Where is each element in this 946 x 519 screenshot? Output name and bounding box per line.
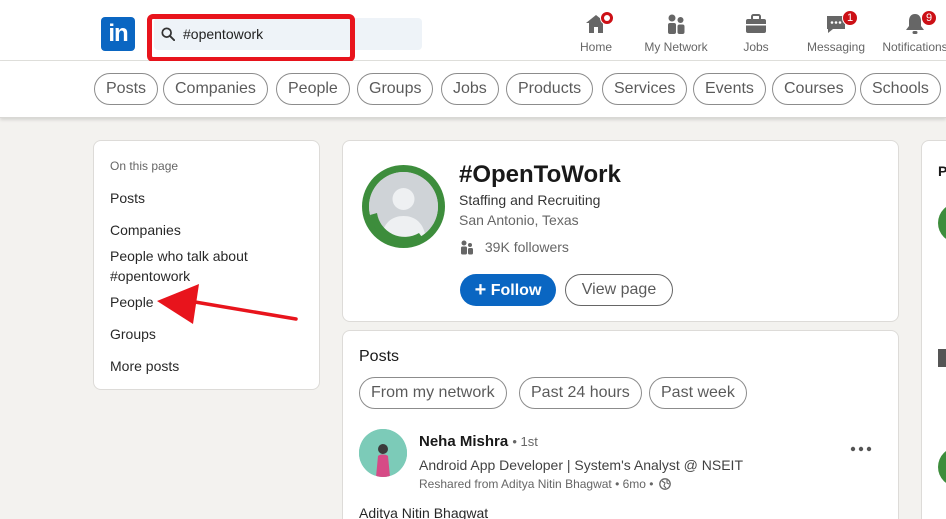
nav-messaging[interactable]: 1 Messaging xyxy=(805,10,867,58)
jump-link-people-who-talk[interactable]: People who talk about #opentowork xyxy=(110,246,310,286)
nav-my-network[interactable]: My Network xyxy=(640,12,712,58)
hashtag-page-card: #OpenToWork Staffing and Recruiting San … xyxy=(342,140,899,322)
post-author-name[interactable]: Neha Mishra • 1st xyxy=(419,433,538,450)
post-author-headline: Android App Developer | System's Analyst… xyxy=(419,457,743,473)
post-author-avatar[interactable] xyxy=(359,429,407,477)
follow-button[interactable]: + Follow xyxy=(460,274,556,306)
jump-link-posts[interactable]: Posts xyxy=(110,188,310,208)
post-meta-text: Reshared from Aditya Nitin Bhagwat • 6mo… xyxy=(419,477,654,491)
page-location: San Antonio, Texas xyxy=(459,212,579,228)
jobs-icon xyxy=(746,14,766,33)
messaging-badge: 1 xyxy=(842,10,858,26)
right-rail-heading: P xyxy=(938,163,946,179)
view-page-button[interactable]: View page xyxy=(565,274,673,306)
posts-section-title: Posts xyxy=(359,348,400,365)
top-navigation: in #opentowork Home My Network Jobs 1 Me… xyxy=(0,0,946,62)
nav-notifications[interactable]: 9 Notifications xyxy=(880,10,946,58)
nav-messaging-label: Messaging xyxy=(806,40,866,54)
followers-count: 39K followers xyxy=(459,239,569,255)
search-filter-bar: Posts Companies People Groups Jobs Produ… xyxy=(0,61,946,118)
filter-past-week[interactable]: Past week xyxy=(649,377,747,409)
nav-home[interactable]: Home xyxy=(576,11,616,58)
network-icon xyxy=(668,14,685,34)
author-photo-icon xyxy=(359,429,407,477)
filter-past-24-hours[interactable]: Past 24 hours xyxy=(519,377,642,409)
filter-from-my-network[interactable]: From my network xyxy=(359,377,507,409)
nav-jobs-label: Jobs xyxy=(743,40,769,54)
red-arrow-annotation xyxy=(157,284,298,324)
right-rail-card: P xyxy=(921,140,946,519)
plus-icon: + xyxy=(474,279,487,301)
nav-jobs[interactable]: Jobs xyxy=(738,12,774,58)
jump-link-more-posts[interactable]: More posts xyxy=(110,356,310,376)
filter-events[interactable]: Events xyxy=(693,73,766,105)
linkedin-logo-icon[interactable]: in xyxy=(101,17,135,51)
globe-icon xyxy=(659,478,671,490)
page-industry: Staffing and Recruiting xyxy=(459,192,601,208)
page-logo[interactable] xyxy=(362,165,445,248)
search-highlight-box xyxy=(147,14,355,62)
filter-jobs[interactable]: Jobs xyxy=(441,73,499,105)
nav-home-label: Home xyxy=(579,40,612,54)
filter-people[interactable]: People xyxy=(276,73,350,105)
reshared-author-name[interactable]: Aditya Nitin Bhagwat xyxy=(359,505,488,519)
opentowork-frame-icon xyxy=(370,213,424,246)
followers-icon xyxy=(461,240,473,255)
posts-card: Posts From my network Past 24 hours Past… xyxy=(342,330,899,519)
followers-text: 39K followers xyxy=(484,239,569,255)
filter-products[interactable]: Products xyxy=(506,73,594,105)
jump-link-companies[interactable]: Companies xyxy=(110,220,310,240)
right-rail-avatar[interactable] xyxy=(938,447,946,487)
post-author-name-text: Neha Mishra xyxy=(419,433,509,450)
home-activity-badge xyxy=(600,11,614,25)
nav-notifications-label: Notifications xyxy=(882,40,946,54)
filter-posts[interactable]: Posts xyxy=(94,73,159,105)
more-options-icon[interactable] xyxy=(849,439,873,459)
right-rail-thumbnail[interactable] xyxy=(938,349,946,367)
filter-services[interactable]: Services xyxy=(602,73,688,105)
on-this-page-heading: On this page xyxy=(110,159,179,173)
filter-groups[interactable]: Groups xyxy=(357,73,434,105)
page-title[interactable]: #OpenToWork xyxy=(459,161,621,189)
nav-my-network-label: My Network xyxy=(644,40,708,54)
notifications-badge: 9 xyxy=(921,10,937,26)
right-rail-avatar[interactable] xyxy=(938,203,946,243)
filter-courses[interactable]: Courses xyxy=(772,73,856,105)
connection-degree: • 1st xyxy=(512,434,538,449)
on-this-page-card: On this page Posts Companies People who … xyxy=(93,140,320,390)
follow-button-label: Follow xyxy=(490,282,542,299)
filter-schools[interactable]: Schools xyxy=(860,73,941,105)
filter-companies[interactable]: Companies xyxy=(163,73,268,105)
post-meta: Reshared from Aditya Nitin Bhagwat • 6mo… xyxy=(419,477,671,491)
